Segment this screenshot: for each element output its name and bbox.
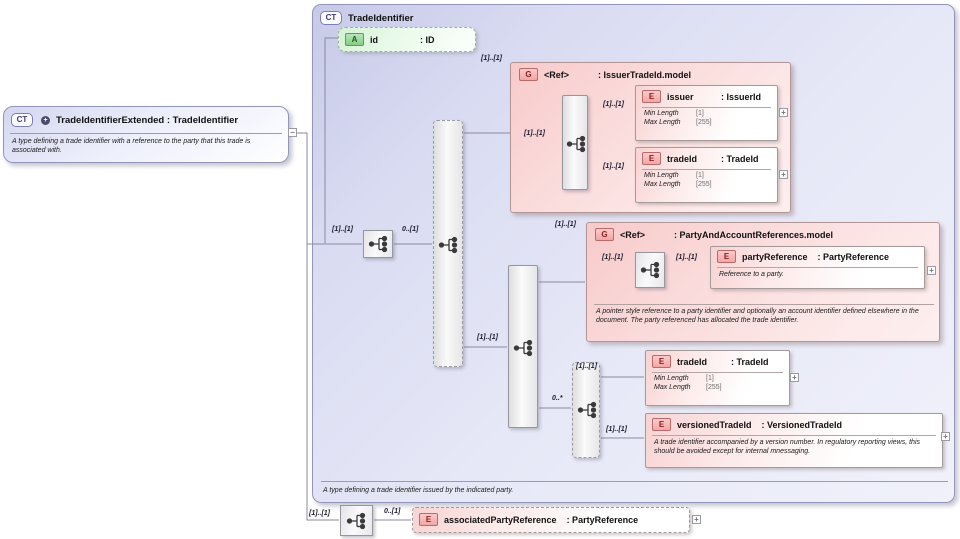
facet-name: Min Length: [644, 110, 679, 117]
extension-plus-icon: +: [41, 115, 50, 125]
facet-name: Max Length: [654, 383, 691, 391]
extended-box-description: A type defining a trade identifier with …: [12, 138, 251, 154]
group-name: <Ref>: [544, 69, 570, 80]
group-type: : PartyAndAccountReferences.model: [674, 229, 834, 240]
element-type: : PartyReference: [817, 251, 890, 262]
cardinality-label: [1]..[1]: [481, 55, 502, 62]
element-description: Reference to a party.: [719, 271, 784, 278]
cardinality-label: [1]..[1]: [603, 163, 624, 170]
facet-name: Max Length: [644, 118, 681, 126]
sequence-icon: [368, 235, 387, 253]
expand-button-trade-id-2[interactable]: +: [790, 373, 799, 382]
cardinality-label: [1]..[1]: [332, 226, 353, 233]
element-type: : IssuerId: [721, 91, 762, 102]
facet-value: [1]: [706, 375, 714, 382]
element-separator: [642, 169, 771, 170]
element-name: partyReference: [742, 251, 808, 262]
sequence-icon: [346, 512, 366, 529]
cardinality-label: [1]..[1]: [602, 254, 623, 261]
attribute-id[interactable]: A id : ID: [338, 27, 476, 52]
facet-value: [255]: [706, 383, 722, 391]
facet-value: [1]: [696, 172, 704, 179]
element-separator: [652, 435, 936, 436]
expand-button-party-reference[interactable]: +: [927, 266, 936, 275]
element-separator: [652, 372, 783, 373]
cardinality-label: 0..[1]: [402, 226, 419, 233]
element-icon: E: [717, 250, 736, 263]
element-icon: E: [642, 90, 661, 103]
element-type: : PartyReference: [566, 514, 639, 525]
element-description: A trade identifier accompanied by a vers…: [654, 439, 921, 455]
sequence-compositor-extension[interactable]: [340, 505, 373, 536]
sequence-icon: [566, 135, 586, 153]
element-icon: E: [652, 355, 671, 368]
sequence-icon: [513, 339, 533, 357]
cardinality-label: [1]..[1]: [309, 510, 330, 517]
attribute-type: : ID: [420, 34, 435, 45]
element-name: tradeId: [677, 356, 708, 367]
expand-button-trade-id-1[interactable]: +: [779, 170, 788, 179]
sequence-compositor-group2[interactable]: [635, 252, 665, 288]
element-issuer[interactable]: E issuer : IssuerId Min Length [1] Max Le…: [635, 85, 778, 141]
expand-button-versioned-trade-id[interactable]: +: [941, 432, 950, 441]
element-type: : VersionedTradeId: [761, 419, 843, 430]
optional-sequence-bar[interactable]: [433, 120, 463, 367]
facet-name: Max Length: [644, 180, 681, 188]
sequence-icon: [577, 401, 597, 419]
complex-type-trade-identifier-extended[interactable]: CT + TradeIdentifierExtended : TradeIdent…: [3, 106, 289, 163]
facet-value: [1]: [696, 110, 704, 117]
collapse-toggle[interactable]: −: [288, 128, 297, 137]
element-party-reference[interactable]: E partyReference : PartyReference Refere…: [710, 246, 925, 289]
extended-box-title: TradeIdentifierExtended : TradeIdentifie…: [56, 114, 239, 126]
element-type: : TradeId: [721, 153, 759, 164]
attribute-name: id: [370, 34, 378, 45]
complex-type-extension-icon: CT: [11, 113, 33, 127]
cardinality-label: [1]..[1]: [606, 426, 627, 433]
sequence-compositor-root[interactable]: [363, 230, 393, 258]
expand-button-associated-party-reference[interactable]: +: [692, 515, 701, 524]
element-icon: E: [652, 418, 671, 431]
cardinality-label: [1]..[1]: [524, 130, 545, 137]
sequence-bar-group1[interactable]: [562, 95, 588, 190]
cardinality-label: [1]..[1]: [603, 101, 624, 108]
element-icon: E: [642, 152, 661, 165]
facet-name: Min Length: [644, 172, 679, 179]
sequence-bar-inner[interactable]: [508, 265, 538, 428]
cardinality-label: [1]..[1]: [555, 221, 576, 228]
element-name: tradeId: [667, 153, 698, 164]
element-associated-party-reference[interactable]: E associatedPartyReference : PartyRefere…: [412, 507, 690, 533]
group-name: <Ref>: [620, 229, 646, 240]
group-description: A pointer style reference to a party ide…: [596, 308, 919, 324]
element-separator: [717, 267, 918, 268]
element-trade-id-2[interactable]: E tradeId : TradeId Min Length [1] Max Le…: [645, 350, 790, 406]
element-name: associatedPartyReference: [444, 514, 557, 525]
element-type: : TradeId: [731, 356, 769, 367]
group-type: : IssuerTradeId.model: [598, 69, 692, 80]
element-trade-id-1[interactable]: E tradeId : TradeId Min Length [1] Max Le…: [635, 147, 778, 203]
facet-value: [255]: [696, 180, 712, 188]
sequence-icon: [438, 236, 458, 254]
facet-value: [255]: [696, 118, 712, 126]
cardinality-label: 0..*: [552, 395, 563, 402]
repeating-sequence-bar[interactable]: [572, 362, 600, 458]
group-icon: G: [519, 68, 538, 81]
expand-button-issuer[interactable]: +: [779, 108, 788, 117]
sequence-icon: [640, 261, 659, 279]
group-icon: G: [595, 228, 614, 241]
element-name: issuer: [667, 91, 694, 102]
element-name: versionedTradeId: [677, 419, 752, 430]
element-icon: E: [419, 513, 438, 526]
element-versioned-trade-id[interactable]: E versionedTradeId : VersionedTradeId A …: [645, 413, 943, 468]
attribute-icon: A: [345, 33, 364, 46]
extended-box-separator: [10, 133, 282, 134]
element-separator: [642, 107, 771, 108]
cardinality-label: 0..[1]: [384, 508, 401, 515]
facet-name: Min Length: [654, 375, 689, 382]
cardinality-label: [1]..[1]: [576, 363, 597, 370]
group-separator: [594, 304, 934, 305]
cardinality-label: [1]..[1]: [477, 334, 498, 341]
cardinality-label: [1]..[1]: [676, 254, 697, 261]
